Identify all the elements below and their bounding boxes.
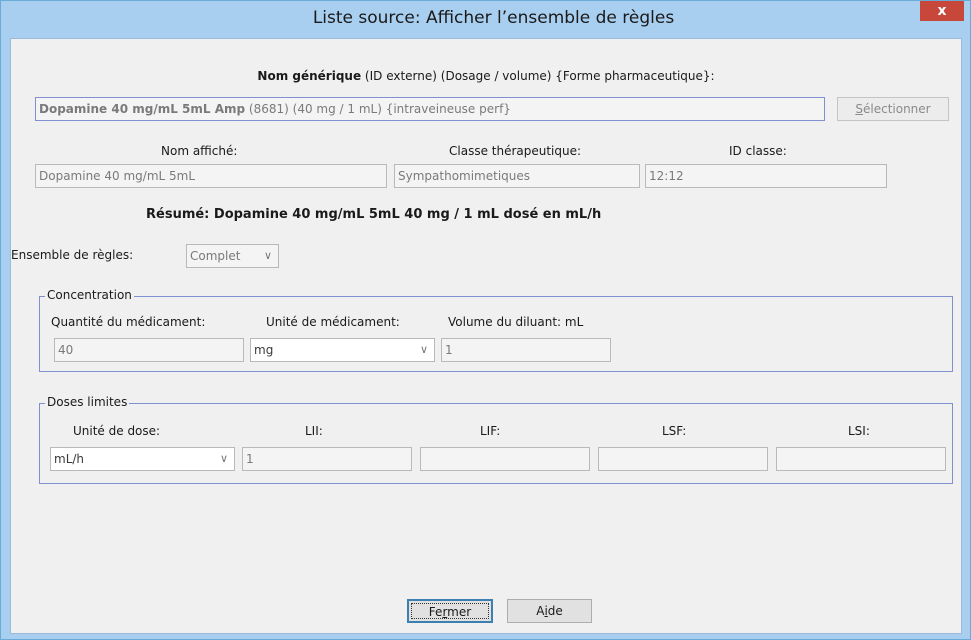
display-name-field[interactable]: Dopamine 40 mg/mL 5mL [35, 164, 387, 188]
diluent-volume-field[interactable]: 1 [441, 338, 611, 362]
lsf-label: LSF: [662, 424, 687, 438]
drug-quantity-label: Quantité du médicament: [51, 315, 206, 329]
dose-unit-dropdown[interactable]: mL/h ∨ [50, 447, 235, 471]
generic-name-value-rest: (8681) (40 mg / 1 mL) {intraveineuse per… [245, 102, 511, 116]
class-id-field[interactable]: 12:12 [645, 164, 887, 188]
concentration-legend: Concentration [45, 288, 134, 302]
lsi-field[interactable] [776, 447, 946, 471]
select-button[interactable]: Sélectionner [837, 97, 949, 121]
drug-unit-label: Unité de médicament: [266, 315, 400, 329]
lsi-label: LSI: [848, 424, 870, 438]
rules-set-label: Ensemble de règles: [11, 248, 134, 262]
focus-outline [411, 603, 489, 619]
class-id-label: ID classe: [729, 144, 787, 158]
lif-label: LIF: [480, 424, 501, 438]
lsf-field[interactable] [598, 447, 768, 471]
concentration-group: Concentration Quantité du médicament: 40… [39, 288, 953, 372]
dose-unit-value: mL/h [54, 452, 85, 466]
generic-name-header-bold: Nom générique [257, 69, 362, 83]
select-label-mnemonic: S [855, 102, 863, 116]
chevron-down-icon: ∨ [263, 249, 272, 262]
help-button[interactable]: Aide [507, 599, 592, 623]
diluent-volume-label: Volume du diluant: mL [448, 315, 584, 329]
lii-field[interactable]: 1 [242, 447, 412, 471]
therapeutic-class-field[interactable]: Sympathomimetiques [394, 164, 640, 188]
drug-unit-dropdown[interactable]: mg ∨ [250, 338, 435, 362]
drug-unit-value: mg [254, 343, 274, 357]
title-bar[interactable]: Liste source: Afficher l’ensemble de règ… [1, 1, 970, 38]
rules-set-value: Complet [190, 249, 241, 263]
rules-set-dropdown[interactable]: Complet ∨ [186, 244, 279, 268]
summary-text: Résumé: Dopamine 40 mg/mL 5mL 40 mg / 1 … [146, 207, 602, 222]
generic-name-value-bold: Dopamine 40 mg/mL 5mL Amp [39, 102, 246, 116]
generic-name-field[interactable]: Dopamine 40 mg/mL 5mL Amp (8681) (40 mg … [35, 97, 825, 121]
help-label-rest: de [547, 604, 563, 618]
select-label-rest: électionner [863, 102, 931, 116]
close-button[interactable]: Fermer [407, 599, 493, 623]
generic-name-header-rest: (ID externe) (Dosage / volume) {Forme ph… [361, 69, 715, 83]
dialog-window: Liste source: Afficher l’ensemble de règ… [0, 0, 971, 640]
lii-label: LII: [305, 424, 323, 438]
close-window-button[interactable]: x [920, 1, 964, 21]
dose-limits-legend: Doses limites [45, 395, 130, 409]
dialog-content: Nom générique (ID externe) (Dosage / vol… [10, 38, 962, 634]
chevron-down-icon: ∨ [219, 452, 228, 465]
therapeutic-class-label: Classe thérapeutique: [449, 144, 582, 158]
display-name-label: Nom affiché: [161, 144, 238, 158]
window-title: Liste source: Afficher l’ensemble de règ… [312, 8, 675, 28]
dose-unit-label: Unité de dose: [73, 424, 161, 438]
dose-limits-group: Doses limites Unité de dose: mL/h ∨ LII: … [39, 395, 953, 484]
chevron-down-icon: ∨ [419, 343, 428, 356]
lif-field[interactable] [420, 447, 590, 471]
generic-name-header: Nom générique (ID externe) (Dosage / vol… [11, 69, 961, 83]
drug-quantity-field[interactable]: 40 [54, 338, 244, 362]
